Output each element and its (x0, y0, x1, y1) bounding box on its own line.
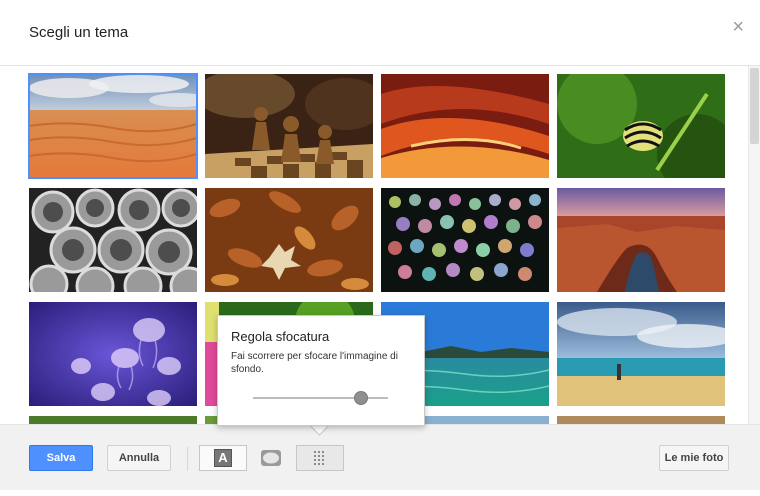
leaves-image (205, 188, 373, 292)
close-icon[interactable]: × (732, 17, 744, 37)
theme-dialog: Scegli un tema × Salva Annulla A Le mie … (0, 0, 760, 496)
popup-title: Regola sfocatura (231, 329, 330, 344)
cancel-button[interactable]: Annulla (107, 445, 171, 471)
text-color-button[interactable]: A (199, 445, 247, 471)
chess-image (205, 74, 373, 178)
scrollbar-thumb[interactable] (750, 68, 759, 144)
pipes-image (29, 188, 197, 292)
theme-tile-caterpillar[interactable] (557, 74, 725, 178)
my-photos-button[interactable]: Le mie foto (659, 445, 729, 471)
blur-icon (314, 451, 324, 465)
blur-button[interactable] (296, 445, 344, 471)
theme-tile-canyon-river[interactable] (557, 188, 725, 292)
canyon-river-image (557, 188, 725, 292)
beach-image (557, 302, 725, 406)
dialog-footer: Salva Annulla A Le mie foto (0, 424, 760, 490)
vignette-icon (261, 450, 281, 466)
text-icon: A (214, 449, 232, 467)
theme-tile-canyon-red[interactable] (381, 74, 549, 178)
theme-tile-bokeh[interactable] (381, 188, 549, 292)
bokeh-image (381, 188, 549, 292)
theme-tile-jellyfish[interactable] (29, 302, 197, 406)
dialog-title: Scegli un tema (29, 24, 129, 41)
jellyfish-image (29, 302, 197, 406)
theme-tile-desert[interactable] (28, 73, 198, 179)
theme-tile-pipes[interactable] (29, 188, 197, 292)
theme-tile-row4-1[interactable] (29, 416, 197, 424)
popup-description: Fai scorrere per sfocare l'immagine di s… (231, 351, 398, 375)
coast-image (557, 416, 725, 424)
theme-tile-row4-4[interactable] (557, 416, 725, 424)
theme-tile-leaves[interactable] (205, 188, 373, 292)
toolbar-divider (187, 447, 188, 471)
canyon-red-image (381, 74, 549, 178)
vignette-button[interactable] (251, 445, 291, 471)
desert-image (29, 74, 197, 178)
theme-tile-beach[interactable] (557, 302, 725, 406)
theme-tile-chess[interactable] (205, 74, 373, 178)
save-button[interactable]: Salva (29, 445, 93, 471)
caterpillar-image (557, 74, 725, 178)
dialog-header: Scegli un tema × (0, 0, 760, 66)
blur-popup: Regola sfocatura Fai scorrere per sfocar… (217, 315, 425, 426)
forest-image (29, 416, 197, 424)
blur-slider-thumb[interactable] (354, 391, 368, 405)
